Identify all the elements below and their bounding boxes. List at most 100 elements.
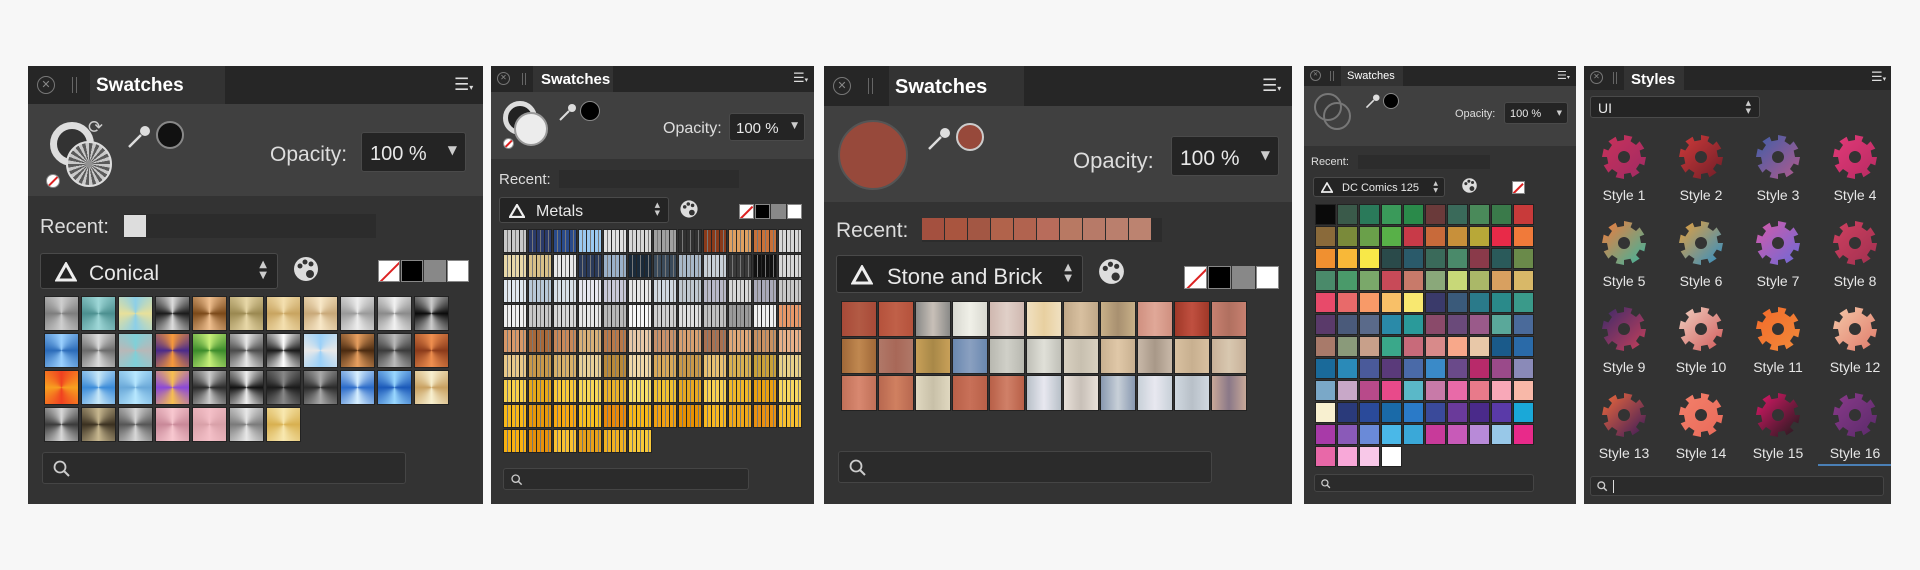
swatch[interactable] <box>1447 424 1468 445</box>
recent-swatch[interactable] <box>1129 218 1151 240</box>
swatch[interactable] <box>753 254 777 278</box>
style-item[interactable]: Style 12 <box>1820 306 1890 375</box>
swatch[interactable] <box>653 304 677 328</box>
swatch[interactable] <box>753 279 777 303</box>
swatch[interactable] <box>1315 248 1336 269</box>
swatch[interactable] <box>578 429 602 453</box>
swatch[interactable] <box>340 296 375 331</box>
close-icon[interactable]: ✕ <box>833 77 851 95</box>
swatch[interactable] <box>1315 270 1336 291</box>
style-item[interactable]: Style 1 <box>1589 134 1659 203</box>
style-item[interactable]: Style 9 <box>1589 306 1659 375</box>
search-field[interactable] <box>503 468 749 490</box>
swatch[interactable] <box>578 329 602 353</box>
swatch[interactable] <box>81 333 116 368</box>
swatch[interactable] <box>414 370 449 405</box>
tab-swatches[interactable]: Swatches <box>533 66 613 92</box>
grip-icon[interactable] <box>1330 71 1334 81</box>
swatch[interactable] <box>578 354 602 378</box>
swatch[interactable] <box>155 407 190 442</box>
palette-icon[interactable] <box>292 255 320 283</box>
recent-swatch[interactable] <box>922 218 944 240</box>
recent-swatch[interactable] <box>1083 218 1105 240</box>
swatch[interactable] <box>1137 338 1173 374</box>
swatch[interactable] <box>628 304 652 328</box>
swatch[interactable] <box>578 229 602 253</box>
search-field[interactable] <box>42 452 406 484</box>
gray-swatch[interactable] <box>424 260 446 282</box>
black-swatch[interactable] <box>1208 266 1231 289</box>
swatch[interactable] <box>1447 226 1468 247</box>
recent-swatch[interactable] <box>1106 218 1128 240</box>
white-swatch[interactable] <box>447 260 469 282</box>
swatch[interactable] <box>1315 226 1336 247</box>
swatch[interactable] <box>1491 314 1512 335</box>
swatch[interactable] <box>703 279 727 303</box>
recent-swatch[interactable] <box>1014 218 1036 240</box>
swatch[interactable] <box>1513 248 1534 269</box>
grip-icon[interactable] <box>1613 72 1617 84</box>
color-picker-icon[interactable] <box>1364 92 1382 110</box>
swatch[interactable] <box>1337 424 1358 445</box>
style-item[interactable]: Style 2 <box>1666 134 1736 203</box>
swatch[interactable] <box>528 329 552 353</box>
swatch[interactable] <box>841 338 877 374</box>
swatch[interactable] <box>553 279 577 303</box>
panel-menu-icon[interactable]: ☰▾ <box>1262 78 1281 95</box>
swatch[interactable] <box>1315 292 1336 313</box>
swatch[interactable] <box>1513 270 1534 291</box>
style-item[interactable]: Style 5 <box>1589 220 1659 289</box>
search-field[interactable] <box>1314 474 1534 492</box>
swatch[interactable] <box>1513 204 1534 225</box>
swatch[interactable] <box>1026 301 1062 337</box>
swatch[interactable] <box>553 229 577 253</box>
panel-menu-icon[interactable]: ☰▾ <box>793 72 808 85</box>
search-field[interactable] <box>838 451 1212 483</box>
stroke-swatch[interactable] <box>66 141 112 187</box>
swatch[interactable] <box>753 329 777 353</box>
swatch[interactable] <box>1425 204 1446 225</box>
close-icon[interactable]: ✕ <box>1590 71 1603 84</box>
swatch[interactable] <box>703 404 727 428</box>
swatch[interactable] <box>578 304 602 328</box>
swatch[interactable] <box>503 329 527 353</box>
swatch[interactable] <box>340 333 375 368</box>
swatch[interactable] <box>1513 336 1534 357</box>
palette-icon[interactable] <box>1097 257 1126 286</box>
swatch[interactable] <box>1403 336 1424 357</box>
swatch[interactable] <box>503 304 527 328</box>
palette-icon[interactable] <box>1461 177 1478 194</box>
swatch[interactable] <box>952 338 988 374</box>
swatch[interactable] <box>1381 314 1402 335</box>
swatch[interactable] <box>653 354 677 378</box>
opacity-dropdown[interactable]: 100 % ▼ <box>1504 102 1568 124</box>
swatch[interactable] <box>1359 292 1380 313</box>
opacity-dropdown[interactable]: 100 % ▼ <box>1171 136 1279 176</box>
swatch[interactable] <box>628 254 652 278</box>
swatch[interactable] <box>1425 314 1446 335</box>
style-item[interactable]: Style 4 <box>1820 134 1890 203</box>
swatch[interactable] <box>1447 314 1468 335</box>
swatch[interactable] <box>1469 380 1490 401</box>
swatch[interactable] <box>653 329 677 353</box>
swatch[interactable] <box>603 304 627 328</box>
swatch[interactable] <box>628 279 652 303</box>
swatch[interactable] <box>1359 446 1380 467</box>
swatch[interactable] <box>1381 226 1402 247</box>
swatch[interactable] <box>1491 204 1512 225</box>
swatch[interactable] <box>528 404 552 428</box>
swatch[interactable] <box>1337 402 1358 423</box>
style-item[interactable]: Style 7 <box>1743 220 1813 289</box>
swatch[interactable] <box>1469 424 1490 445</box>
swatch[interactable] <box>653 229 677 253</box>
swatch[interactable] <box>1359 336 1380 357</box>
swatch[interactable] <box>553 379 577 403</box>
swatch[interactable] <box>1337 446 1358 467</box>
grip-icon[interactable] <box>868 78 873 94</box>
swatch[interactable] <box>578 404 602 428</box>
swatch[interactable] <box>878 301 914 337</box>
swatch[interactable] <box>1403 292 1424 313</box>
swatch[interactable] <box>603 229 627 253</box>
panel-menu-icon[interactable]: ☰▾ <box>1557 70 1570 81</box>
swatch[interactable] <box>118 296 153 331</box>
